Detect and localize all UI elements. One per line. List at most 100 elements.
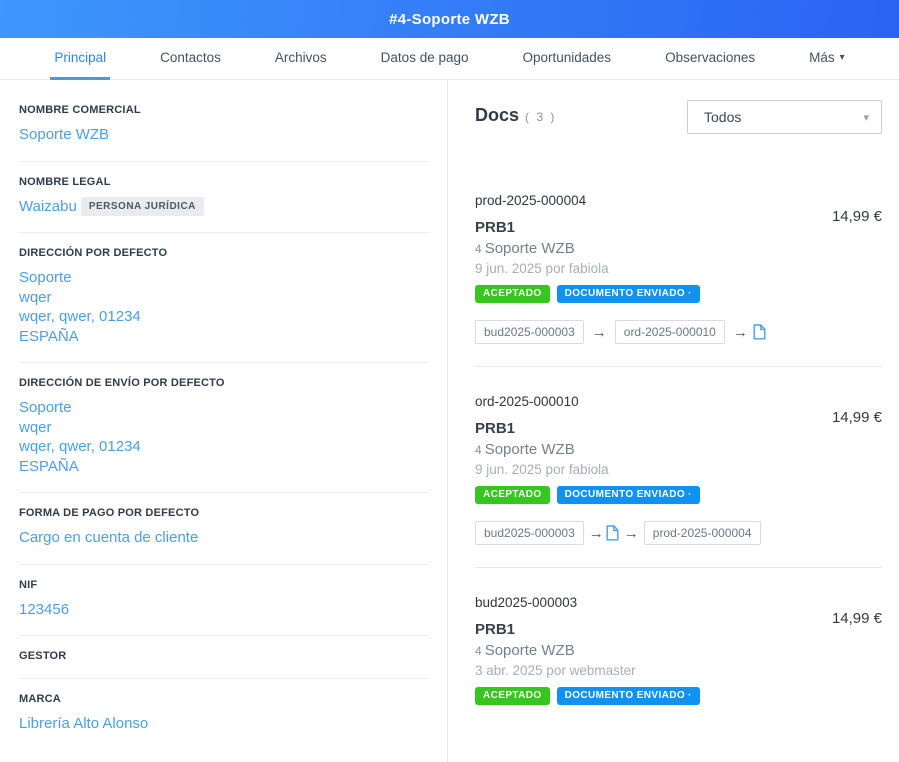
- document-icon[interactable]: [606, 525, 619, 541]
- tab-bar: Principal Contactos Archivos Datos de pa…: [0, 38, 899, 80]
- doc-card: bud2025-000003 14,99 € PRB1 4Soporte WZB…: [475, 568, 882, 727]
- status-badge-aceptado: ACEPTADO: [475, 687, 550, 705]
- doc-meta: 9 jun. 2025 por fabiola: [475, 261, 882, 276]
- nombre-legal-link[interactable]: Waizabu: [19, 197, 77, 217]
- arrow-right-icon: →: [592, 325, 607, 340]
- doc-number-link[interactable]: prod-2025-000004: [475, 193, 586, 208]
- divider: [19, 635, 429, 636]
- arrow-right-icon: →: [733, 325, 748, 340]
- field-direccion-envio-por-defecto: DIRECCIÓN DE ENVÍO POR DEFECTO Soporte w…: [19, 377, 429, 476]
- address-line[interactable]: wqer, qwer, 01234: [19, 437, 429, 457]
- badge-dropdown-dot: ·: [688, 489, 692, 500]
- doc-status-badges: ACEPTADO DOCUMENTO ENVIADO ·: [475, 285, 882, 303]
- doc-chain: bud2025-000003 → → prod-2025-000004: [475, 521, 882, 545]
- doc-number-link[interactable]: ord-2025-000010: [475, 394, 579, 409]
- doc-meta: 9 jun. 2025 por fabiola: [475, 462, 882, 477]
- field-label: GESTOR: [19, 650, 429, 662]
- customer-ref: 4: [475, 443, 482, 457]
- nombre-comercial-link[interactable]: Soporte WZB: [19, 125, 429, 145]
- arrow-right-icon: →: [624, 526, 639, 541]
- tab-contactos[interactable]: Contactos: [156, 38, 225, 80]
- doc-number-link[interactable]: bud2025-000003: [475, 595, 577, 610]
- doc-customer: 4Soporte WZB: [475, 240, 882, 257]
- field-gestor: GESTOR: [19, 650, 429, 662]
- doc-price: 14,99 €: [832, 409, 882, 426]
- docs-list: prod-2025-000004 14,99 € PRB1 4Soporte W…: [475, 166, 882, 727]
- divider: [19, 678, 429, 679]
- doc-status-badges: ACEPTADO DOCUMENTO ENVIADO ·: [475, 486, 882, 504]
- chain-doc-link[interactable]: prod-2025-000004: [644, 521, 761, 545]
- status-badge-documento-enviado[interactable]: DOCUMENTO ENVIADO ·: [557, 486, 700, 504]
- divider: [19, 232, 429, 233]
- customer-name: Soporte WZB: [485, 240, 575, 257]
- doc-meta: 3 abr. 2025 por webmaster: [475, 663, 882, 678]
- badge-dropdown-dot: ·: [688, 690, 692, 701]
- status-badge-aceptado: ACEPTADO: [475, 486, 550, 504]
- divider: [19, 564, 429, 565]
- page-title: #4-Soporte WZB: [389, 11, 510, 28]
- doc-customer: 4Soporte WZB: [475, 642, 882, 659]
- marca-link[interactable]: Librería Alto Alonso: [19, 714, 429, 734]
- divider: [19, 492, 429, 493]
- field-marca: MARCA Librería Alto Alonso: [19, 693, 429, 734]
- field-nombre-legal: NOMBRE LEGAL Waizabu PERSONA JURÍDICA: [19, 176, 429, 217]
- address-line[interactable]: Soporte: [19, 398, 429, 418]
- docs-count: ( 3 ): [525, 110, 556, 124]
- tab-archivos[interactable]: Archivos: [271, 38, 331, 80]
- chevron-down-icon: ▾: [840, 52, 845, 63]
- status-badge-documento-enviado[interactable]: DOCUMENTO ENVIADO ·: [557, 285, 700, 303]
- doc-customer: 4Soporte WZB: [475, 441, 882, 458]
- address-line[interactable]: wqer, qwer, 01234: [19, 307, 429, 327]
- status-badge-documento-enviado[interactable]: DOCUMENTO ENVIADO ·: [557, 687, 700, 705]
- customer-ref: 4: [475, 242, 482, 256]
- doc-price: 14,99 €: [832, 208, 882, 225]
- tab-datos-de-pago[interactable]: Datos de pago: [377, 38, 473, 80]
- docs-panel: Docs ( 3 ) Todos ▾ prod-2025-000004 14,9…: [448, 80, 899, 762]
- docs-header: Docs ( 3 ) Todos ▾: [475, 100, 882, 134]
- field-nombre-comercial: NOMBRE COMERCIAL Soporte WZB: [19, 104, 429, 145]
- doc-product: PRB1: [475, 621, 882, 638]
- forma-pago-link[interactable]: Cargo en cuenta de cliente: [19, 528, 429, 548]
- field-label: DIRECCIÓN DE ENVÍO POR DEFECTO: [19, 377, 429, 389]
- customer-ref: 4: [475, 644, 482, 658]
- chain-doc-link[interactable]: bud2025-000003: [475, 521, 584, 545]
- customer-name: Soporte WZB: [485, 441, 575, 458]
- divider: [19, 161, 429, 162]
- doc-product: PRB1: [475, 420, 882, 437]
- tab-oportunidades[interactable]: Oportunidades: [519, 38, 616, 80]
- main-content: NOMBRE COMERCIAL Soporte WZB NOMBRE LEGA…: [0, 80, 899, 762]
- field-forma-de-pago: FORMA DE PAGO POR DEFECTO Cargo en cuent…: [19, 507, 429, 548]
- window-titlebar: #4-Soporte WZB: [0, 0, 899, 38]
- docs-filter-select[interactable]: Todos ▾: [687, 100, 882, 134]
- field-label: MARCA: [19, 693, 429, 705]
- docs-filter-value: Todos: [704, 109, 741, 125]
- document-icon[interactable]: [753, 324, 766, 340]
- badge-dropdown-dot: ·: [688, 288, 692, 299]
- chain-doc-link[interactable]: ord-2025-000010: [615, 320, 725, 344]
- nif-link[interactable]: 123456: [19, 600, 429, 620]
- doc-status-badges: ACEPTADO DOCUMENTO ENVIADO ·: [475, 687, 882, 705]
- address-line[interactable]: Soporte: [19, 268, 429, 288]
- field-label: DIRECCIÓN POR DEFECTO: [19, 247, 429, 259]
- doc-card: prod-2025-000004 14,99 € PRB1 4Soporte W…: [475, 166, 882, 367]
- field-direccion-por-defecto: DIRECCIÓN POR DEFECTO Soporte wqer wqer,…: [19, 247, 429, 346]
- tab-principal[interactable]: Principal: [50, 38, 110, 80]
- field-label: FORMA DE PAGO POR DEFECTO: [19, 507, 429, 519]
- arrow-right-icon: →: [589, 526, 604, 541]
- customer-name: Soporte WZB: [485, 642, 575, 659]
- field-nif: NIF 123456: [19, 579, 429, 620]
- address-line[interactable]: wqer: [19, 418, 429, 438]
- address-line[interactable]: wqer: [19, 288, 429, 308]
- docs-title: Docs: [475, 105, 519, 126]
- field-label: NIF: [19, 579, 429, 591]
- address-line[interactable]: ESPAÑA: [19, 327, 429, 347]
- address-line[interactable]: ESPAÑA: [19, 457, 429, 477]
- customer-detail-page: #4-Soporte WZB Principal Contactos Archi…: [0, 0, 899, 762]
- tab-mas[interactable]: Más ▾: [805, 38, 849, 80]
- status-badge-aceptado: ACEPTADO: [475, 285, 550, 303]
- tab-observaciones[interactable]: Observaciones: [661, 38, 759, 80]
- chain-doc-link[interactable]: bud2025-000003: [475, 320, 584, 344]
- persona-juridica-badge: PERSONA JURÍDICA: [81, 197, 204, 216]
- divider: [19, 362, 429, 363]
- customer-details-panel: NOMBRE COMERCIAL Soporte WZB NOMBRE LEGA…: [0, 80, 448, 762]
